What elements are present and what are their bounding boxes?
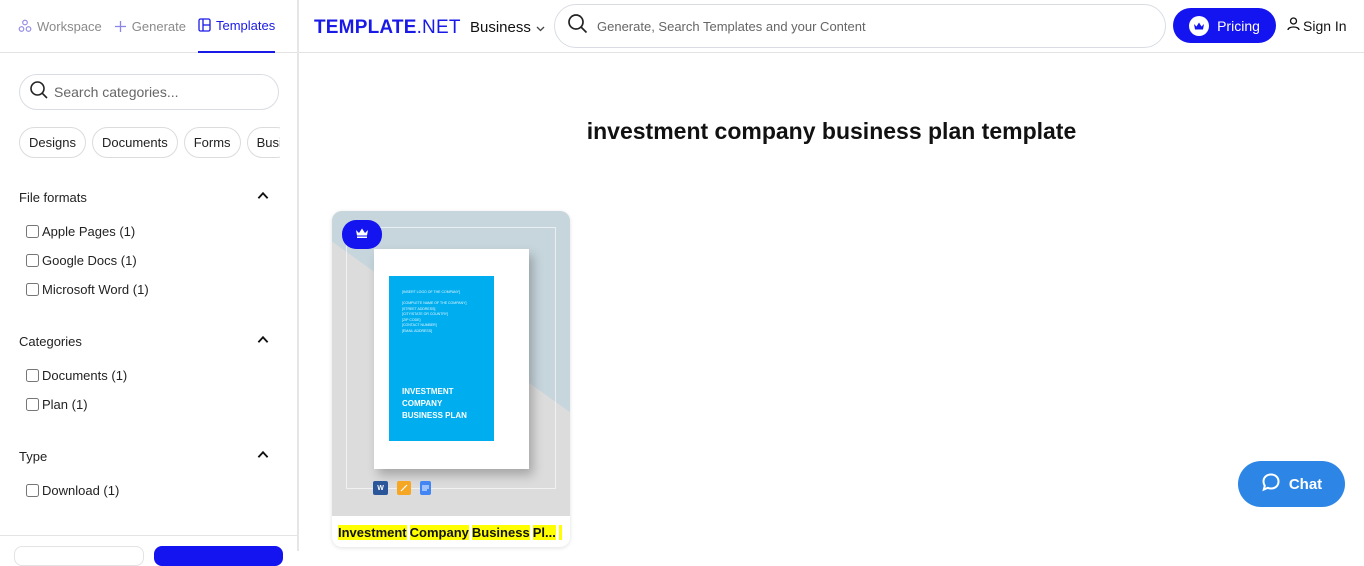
filter-item[interactable]: Documents (1) [26, 365, 269, 385]
chevron-up-icon[interactable] [257, 191, 269, 203]
filter-checkbox[interactable] [26, 224, 39, 238]
filter-title: File formats [19, 189, 87, 205]
filter-item[interactable]: Microsoft Word (1) [26, 279, 269, 299]
filter-item-label: Download (1) [42, 482, 120, 498]
templates-icon [198, 18, 211, 32]
filter-header[interactable]: Type [19, 446, 269, 466]
sign-in-label: Sign In [1303, 17, 1347, 34]
site-logo[interactable]: TEMPLATE.NET [314, 17, 461, 39]
title-word: Company [409, 525, 469, 540]
filter-item[interactable]: Plan (1) [26, 394, 269, 414]
chevron-up-icon[interactable] [257, 335, 269, 347]
apple-pages-icon [397, 481, 411, 495]
filter-item-label: Apple Pages (1) [42, 223, 136, 239]
chevron-up-icon[interactable] [257, 450, 269, 462]
category-search-input[interactable] [54, 84, 264, 100]
filter-item[interactable]: Apple Pages (1) [26, 221, 269, 241]
category-search [19, 74, 279, 110]
title-word: Business [471, 525, 530, 540]
microsoft-word-icon: W [373, 481, 388, 495]
filter-group-file-formats: File formats Apple Pages (1) Google Docs… [19, 187, 269, 299]
template-title[interactable]: Investment Company Business Pl... [338, 525, 565, 540]
chat-bubble-icon [1261, 472, 1281, 496]
filter-checkbox[interactable] [26, 397, 39, 411]
category-dropdown-label: Business [470, 19, 531, 36]
workspace-icon [18, 19, 32, 33]
clear-filters-button[interactable] [14, 546, 144, 566]
tab-workspace[interactable]: Workspace [18, 0, 102, 53]
main-search-input[interactable] [597, 18, 1137, 34]
top-bar: TEMPLATE.NET Business Pricing Sign In [299, 0, 1364, 53]
filter-item-label: Documents (1) [42, 367, 128, 383]
chip-business[interactable]: Busi [246, 127, 280, 158]
crown-icon [1189, 15, 1210, 36]
chat-button[interactable]: Chat [1238, 461, 1345, 507]
title-highlight-tail [558, 525, 563, 540]
category-dropdown[interactable]: Business [470, 19, 545, 36]
template-thumbnail[interactable]: [INSERT LOGO OF THE COMPANY] [COMPLETE N… [332, 211, 570, 516]
filter-header[interactable]: File formats [19, 187, 269, 207]
document-cover: [INSERT LOGO OF THE COMPANY] [COMPLETE N… [389, 276, 494, 441]
filter-group-categories: Categories Documents (1) Plan (1) [19, 331, 269, 414]
chevron-down-icon [536, 19, 545, 36]
logo-bold: TEMPLATE [314, 17, 417, 38]
filter-item-label: Microsoft Word (1) [42, 281, 149, 297]
tab-generate-label: Generate [131, 18, 186, 34]
pricing-label: Pricing [1217, 17, 1260, 34]
filter-checkbox[interactable] [26, 483, 39, 497]
filter-item[interactable]: Google Docs (1) [26, 250, 269, 270]
crown-icon [355, 226, 369, 244]
chip-forms[interactable]: Forms [183, 127, 241, 158]
pricing-button[interactable]: Pricing [1173, 8, 1276, 43]
search-icon [29, 80, 49, 105]
page-title: investment company business plan templat… [586, 118, 1077, 144]
filter-header[interactable]: Categories [19, 331, 269, 351]
tab-templates-label: Templates [216, 17, 276, 33]
filter-title: Type [19, 448, 48, 464]
filter-item-label: Google Docs (1) [42, 252, 137, 268]
search-icon [567, 13, 588, 39]
google-docs-icon [420, 481, 431, 495]
tab-templates[interactable]: Templates [198, 0, 276, 53]
filter-item[interactable]: Download (1) [26, 480, 269, 500]
logo-light: .NET [416, 17, 461, 38]
cover-details-text: [INSERT LOGO OF THE COMPANY] [COMPLETE N… [402, 290, 467, 333]
filter-checkbox[interactable] [26, 282, 39, 296]
chip-documents[interactable]: Documents [91, 127, 178, 158]
sign-in-link[interactable]: Sign In [1287, 17, 1347, 34]
tab-generate[interactable]: Generate [114, 0, 186, 53]
cover-title-text: INVESTMENT COMPANY BUSINESS PLAN [402, 387, 467, 420]
title-word: Pl... [532, 525, 556, 540]
plus-icon [114, 20, 127, 33]
filter-checkbox[interactable] [26, 368, 39, 382]
sidebar-footer [0, 535, 297, 566]
sidebar: Workspace Generate Templates DesignsDocu… [0, 0, 299, 566]
main-search [554, 4, 1166, 48]
filter-group-type: Type Download (1) [19, 446, 269, 500]
tab-workspace-label: Workspace [37, 18, 102, 34]
template-card[interactable]: [INSERT LOGO OF THE COMPANY] [COMPLETE N… [332, 211, 570, 547]
category-chips: Designs Documents Forms Busi [19, 127, 280, 159]
chat-label: Chat [1288, 475, 1323, 493]
title-word: Investment [338, 525, 407, 540]
filter-item-label: Plan (1) [42, 396, 88, 412]
filter-title: Categories [19, 333, 82, 349]
document-page: [INSERT LOGO OF THE COMPANY] [COMPLETE N… [374, 249, 529, 469]
premium-badge [342, 220, 382, 249]
user-icon [1287, 17, 1300, 34]
sidebar-tabs: Workspace Generate Templates [0, 0, 297, 53]
filter-checkbox[interactable] [26, 253, 39, 267]
format-icons: W [373, 481, 431, 495]
chip-designs[interactable]: Designs [19, 127, 86, 158]
apply-filters-button[interactable] [154, 546, 283, 566]
